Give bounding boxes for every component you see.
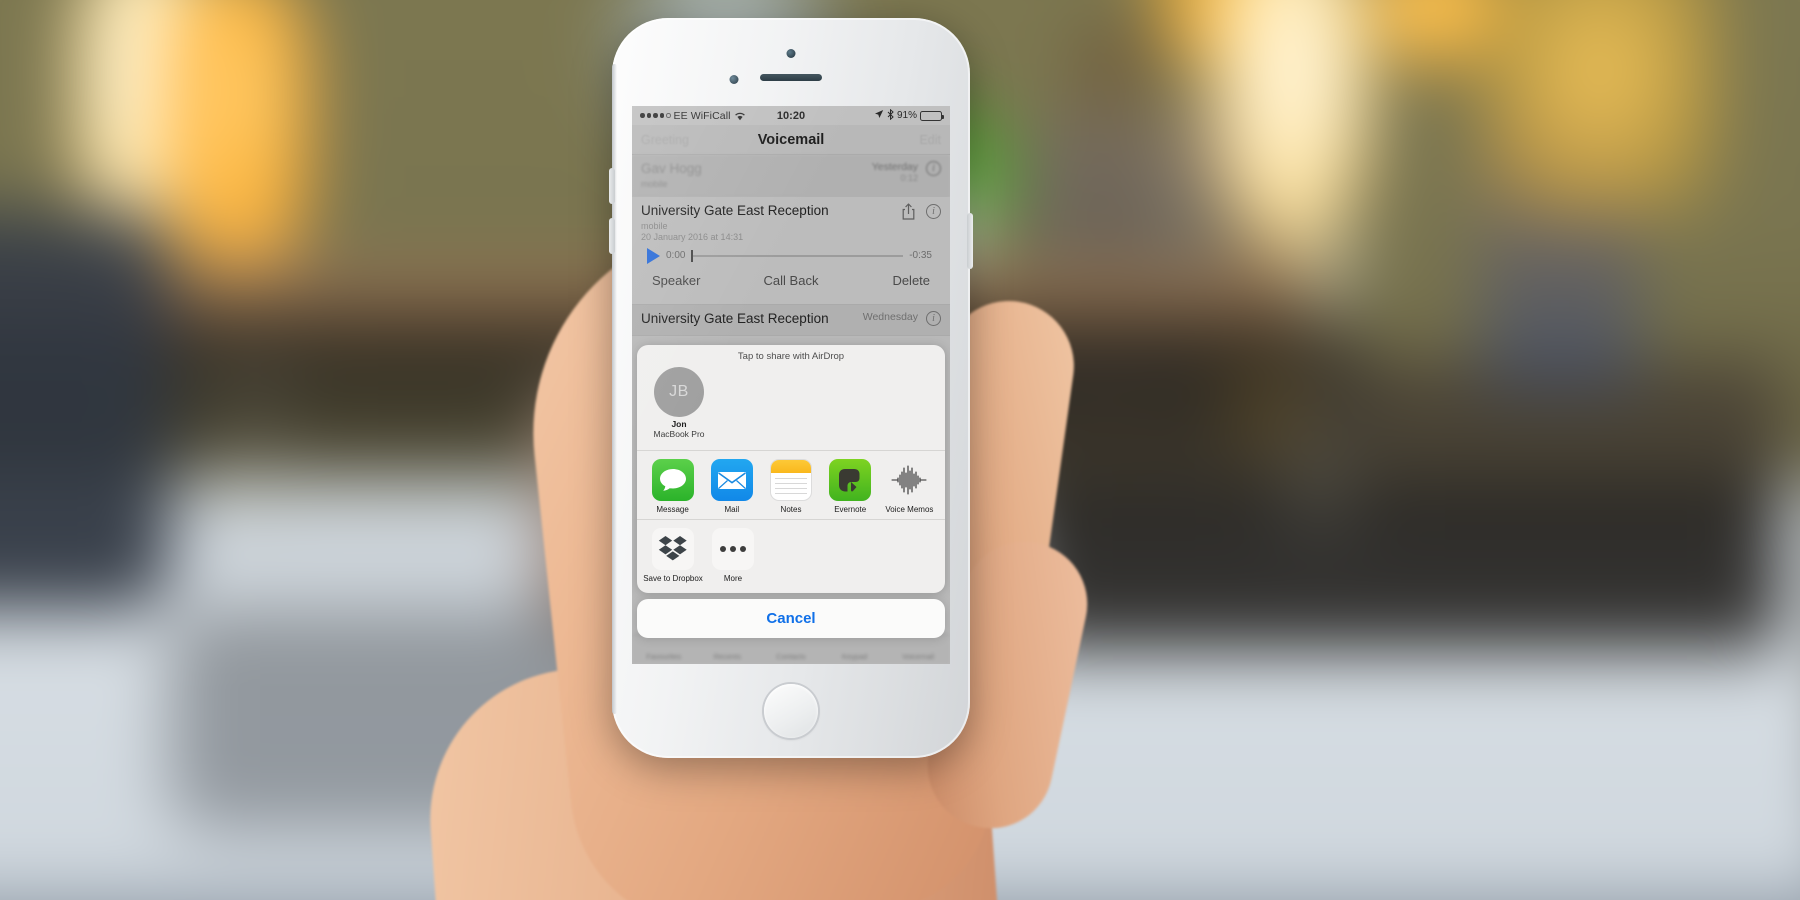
airdrop-section: Tap to share with AirDrop JB Jon MacBook… [637,345,945,451]
home-button[interactable] [764,684,818,738]
share-target-label: Message [656,504,689,514]
share-apps-row: Message Mail Notes Evernote Voice Memos [637,451,945,521]
voicemail-timestamp: 20 January 2016 at 14:31 [641,231,744,242]
volume-up-button[interactable] [609,168,615,204]
voicemail-caller-name: Gav Hogg [641,161,702,176]
cancel-button[interactable]: Cancel [637,599,945,638]
tab-voicemail[interactable]: Voicemail [886,652,950,661]
battery-icon [920,110,944,121]
voicemail-number-label: mobile [641,220,668,231]
volume-down-button[interactable] [609,218,615,254]
action-label: Save to Dropbox [643,574,703,584]
iphone-device: EE WiFiCall 10:20 91% Greeting Voicemail… [609,18,973,758]
tab-contacts[interactable]: Contacts [759,652,823,661]
voicemail-row[interactable]: Gav Hogg mobile Yesterday 0:12 i [632,155,950,197]
notes-app-icon [770,458,812,501]
voicemail-row-expanded[interactable]: University Gate East Reception mobile 20… [632,196,950,305]
elapsed-time: 0:00 [666,250,686,262]
info-icon[interactable]: i [926,161,941,176]
photo-scene: EE WiFiCall 10:20 91% Greeting Voicemail… [0,0,1800,900]
voicemail-caller-name: University Gate East Reception [641,310,829,326]
navigation-bar: Greeting Voicemail Edit [632,125,950,155]
mail-app-icon [710,458,753,501]
share-target-evernote[interactable]: Evernote [821,458,880,515]
play-icon[interactable] [647,247,660,264]
share-target-label: Notes [780,504,802,514]
message-app-icon [651,458,694,501]
voicemail-number-label: mobile [641,178,668,189]
scrubber-track[interactable] [691,250,904,262]
airdrop-contact[interactable]: JB Jon MacBook Pro [647,367,711,440]
share-icon[interactable] [901,203,916,220]
share-actions-row: Save to Dropbox More [637,520,945,593]
voicemail-row[interactable]: University Gate East Reception Wednesday… [632,304,950,336]
voicemail-player: 0:00 -0:35 [641,242,941,268]
voicemail-actions: Speaker Call Back Delete [641,268,941,297]
voicemail-caller-name: University Gate East Reception [641,202,829,218]
action-label: More [723,574,743,584]
tab-keypad[interactable]: Keypad [823,652,887,661]
speaker-button[interactable]: Speaker [652,273,745,288]
tab-favourites[interactable]: Favourites [632,652,696,661]
delete-button[interactable]: Delete [837,273,930,288]
bluetooth-icon [887,108,894,123]
share-target-voice-memos[interactable]: Voice Memos [880,459,939,515]
tab-bar: Favourites Recents Contacts Keypad Voice… [632,634,950,664]
phone-screen: EE WiFiCall 10:20 91% Greeting Voicemail… [632,106,950,664]
info-icon[interactable]: i [926,310,941,326]
share-target-message[interactable]: Message [643,458,702,515]
edit-button[interactable]: Edit [791,133,941,147]
proximity-sensor [729,75,739,84]
earpiece-speaker [760,74,822,81]
device-left-edge [612,64,617,714]
share-target-label: Evernote [834,504,867,514]
more-ellipsis-icon [712,528,754,571]
location-arrow-icon [874,109,884,122]
remaining-time: -0:35 [909,250,932,262]
voicemail-date: Yesterday [871,161,918,173]
airdrop-title: Tap to share with AirDrop [737,351,845,363]
airdrop-contact-device: MacBook Pro [653,429,705,440]
call-back-button[interactable]: Call Back [745,273,838,288]
front-camera [786,49,796,58]
power-button[interactable] [967,213,973,269]
tab-recents[interactable]: Recents [696,652,760,661]
avatar: JB [654,367,704,418]
battery-percent-label: 91% [896,110,917,121]
share-target-label: Mail [724,504,740,514]
voicemail-duration: 0:12 [900,173,918,183]
status-bar: EE WiFiCall 10:20 91% [632,106,950,125]
info-icon[interactable]: i [926,203,941,219]
evernote-app-icon [829,458,872,501]
action-more[interactable]: More [703,528,763,584]
dropbox-icon [652,528,694,571]
voice-memos-app-icon [888,459,930,501]
share-target-mail[interactable]: Mail [702,458,761,515]
voicemail-date: Wednesday [862,310,918,323]
share-sheet: Tap to share with AirDrop JB Jon MacBook… [637,345,945,638]
action-save-to-dropbox[interactable]: Save to Dropbox [643,528,703,584]
share-target-notes[interactable]: Notes [761,458,820,515]
share-target-label: Voice Memos [885,504,934,514]
scrubber-handle[interactable] [691,250,694,262]
